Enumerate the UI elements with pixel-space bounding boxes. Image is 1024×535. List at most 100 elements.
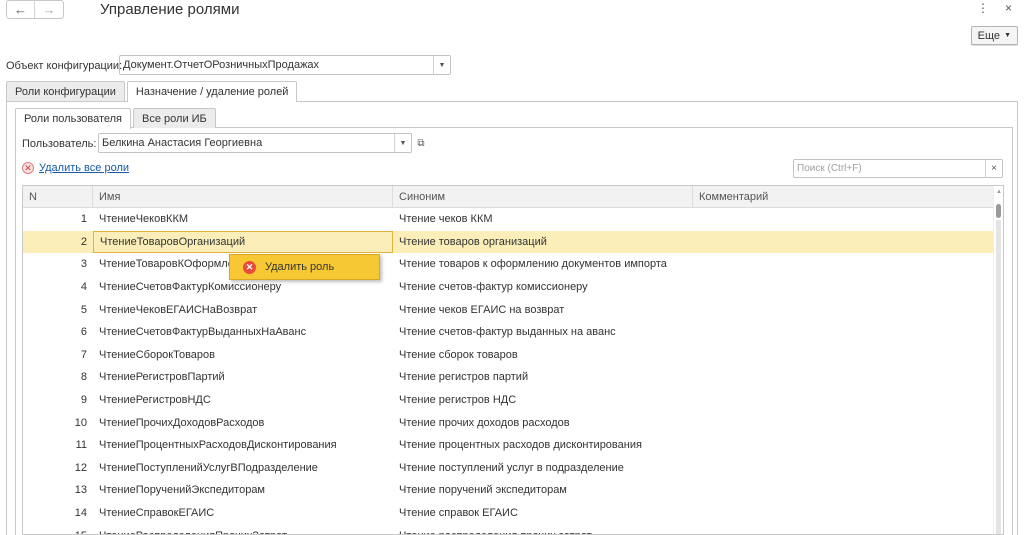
cell-number: 9	[80, 394, 87, 407]
cell-name: ЧтениеПоступленийУслугВПодразделение	[99, 461, 318, 474]
table-row[interactable]: 14 ЧтениеСправокЕГАИС Чтение справок ЕГАИС	[23, 502, 993, 525]
table-row[interactable]: 5 ЧтениеЧековЕГАИСНаВозврат Чтение чеков Е…	[23, 298, 993, 321]
outer-tabs: Роли конфигурации Назначение / удаление …	[6, 81, 299, 102]
cell-name: ЧтениеСправокЕГАИС	[99, 507, 215, 520]
config-object-field[interactable]: Документ.ОтчетОРозничныхПродажах ▼	[119, 55, 451, 75]
table-row[interactable]: 2 ЧтениеТоваровОрганизаций Чтение товаров …	[23, 230, 993, 254]
config-object-value: Документ.ОтчетОРозничныхПродажах	[123, 59, 320, 71]
cell-name: ЧтениеРегистровПартий	[99, 371, 225, 384]
table-row[interactable]: 15ЧтениеРаспределенияПрочихЗатратЧтение …	[23, 524, 993, 534]
forward-arrow-icon[interactable]: →	[35, 1, 63, 18]
scroll-up-icon[interactable]: ▲	[996, 189, 1002, 195]
vertical-scrollbar[interactable]: ▲	[993, 186, 1003, 534]
cell-number: 12	[74, 461, 87, 474]
table-body: 1 ЧтениеЧековККМ Чтение чеков ККМ 2 ЧтениеТо…	[23, 208, 993, 534]
cell-synonym: Чтение сборок товаров	[399, 348, 518, 361]
more-menu-icon[interactable]: ⋮	[977, 1, 989, 15]
cell-number: 11	[75, 439, 87, 452]
cell-synonym: Чтение товаров к оформлению документов и…	[399, 258, 667, 271]
table-row[interactable]: 10 ЧтениеПрочихДоходовРасходов Чтение проч…	[23, 411, 993, 434]
cell-synonym: Чтение счетов-фактур комиссионеру	[399, 281, 588, 294]
table-row[interactable]: 11 ЧтениеПроцентныхРасходовДисконтировани…	[23, 434, 993, 457]
page-title: Управление ролями	[100, 1, 240, 18]
cell-synonym: Чтение чеков ЕГАИС на возврат	[399, 303, 565, 316]
table-row[interactable]: 6 ЧтениеСчетовФактурВыданныхНаАванс Чтение…	[23, 321, 993, 344]
navigation-buttons: ← →	[6, 0, 64, 19]
column-header-n[interactable]: N	[23, 186, 93, 208]
search-input[interactable]: Поиск (Ctrl+F)	[794, 163, 985, 174]
table-row[interactable]: 13 ЧтениеПорученийЭкспедиторам Чтение пору…	[23, 479, 993, 502]
tab-all-ib-roles[interactable]: Все роли ИБ	[133, 108, 216, 128]
user-value: Белкина Анастасия Георгиевна	[102, 137, 263, 149]
cell-synonym: Чтение регистров партий	[399, 371, 529, 384]
delete-all-roles-link[interactable]: Удалить все роли	[39, 162, 129, 174]
table-row[interactable]: 3 ЧтениеТоваровКОформле Чтение товаров к о…	[23, 253, 993, 276]
cell-synonym: Чтение поручений экспедиторам	[399, 484, 567, 497]
cell-number: 2	[80, 235, 87, 248]
cell-number: 7	[80, 348, 87, 361]
tab-config-roles[interactable]: Роли конфигурации	[6, 81, 125, 101]
cell-synonym: Чтение регистров НДС	[399, 394, 517, 407]
cell-number: 14	[74, 507, 87, 520]
table-row[interactable]: 12 ЧтениеПоступленийУслугВПодразделение Чт…	[23, 457, 993, 480]
clear-icon[interactable]: ×	[985, 160, 1002, 177]
scroll-track	[996, 220, 1001, 534]
cell-synonym: Чтение счетов-фактур выданных на аванс	[399, 326, 616, 339]
scroll-thumb[interactable]	[996, 204, 1001, 218]
cell-name: ЧтениеПроцентныхРасходовДисконтирования	[99, 439, 337, 452]
column-header-synonym[interactable]: Синоним	[393, 186, 693, 208]
search-field[interactable]: Поиск (Ctrl+F) ×	[793, 159, 1003, 178]
more-button[interactable]: Еще ▼	[970, 26, 1018, 45]
open-icon[interactable]: ⧉	[413, 133, 429, 153]
cell-synonym: Чтение прочих доходов расходов	[399, 416, 570, 429]
cell-name: ЧтениеСборокТоваров	[99, 348, 216, 361]
back-arrow-icon[interactable]: ←	[7, 1, 36, 18]
cell-name: ЧтениеЧековЕГАИСНаВозврат	[99, 303, 258, 316]
cell-number: 1	[80, 213, 87, 226]
cell-synonym: Чтение распределения прочих затрат	[393, 530, 693, 534]
delete-all-roles-button[interactable]: ✕ Удалить все роли	[22, 162, 129, 174]
cell-name: ЧтениеСчетовФактурВыданныхНаАванс	[99, 326, 307, 339]
cell-number: 8	[80, 371, 87, 384]
more-button-label: Еще	[977, 29, 1001, 42]
cell-number: 5	[80, 303, 87, 316]
cell-name: ЧтениеРегистровНДС	[99, 394, 211, 407]
table-header: N Имя Синоним Комментарий	[23, 186, 993, 208]
user-field[interactable]: Белкина Анастасия Георгиевна ▼	[98, 133, 412, 153]
chevron-down-icon: ▼	[1004, 32, 1011, 39]
table-row[interactable]: 9 ЧтениеРегистровНДС Чтение регистров НДС	[23, 389, 993, 412]
cell-synonym: Чтение чеков ККМ	[399, 213, 493, 226]
cell-number: 6	[80, 326, 87, 339]
roles-table: N Имя Синоним Комментарий 1 ЧтениеЧековКК…	[22, 185, 1004, 535]
table-row[interactable]: 4 ЧтениеСчетовФактурКомиссионеру Чтение сч…	[23, 276, 993, 299]
cell-number: 13	[74, 484, 87, 497]
cell-synonym: Чтение поступлений услуг в подразделение	[399, 461, 624, 474]
cell-name: ЧтениеПорученийЭкспедиторам	[99, 484, 265, 497]
delete-icon: ✕	[22, 162, 34, 174]
config-object-label: Объект конфигурации:	[6, 60, 123, 72]
cell-synonym: Чтение товаров организаций	[399, 235, 547, 248]
cell-number: 3	[80, 258, 87, 271]
tab-user-roles[interactable]: Роли пользователя	[15, 108, 132, 129]
tab-assign-remove-roles[interactable]: Назначение / удаление ролей	[126, 81, 298, 102]
delete-icon: ✕	[243, 260, 256, 274]
table-row[interactable]: 7 ЧтениеСборокТоваров Чтение сборок товаро…	[23, 344, 993, 367]
cell-number: 15	[23, 530, 93, 534]
dropdown-arrow-icon[interactable]: ▼	[394, 134, 411, 152]
inner-tabs: Роли пользователя Все роли ИБ	[15, 108, 218, 129]
context-menu-delete-role[interactable]: Удалить роль	[265, 261, 334, 273]
cell-name: ЧтениеЧековККМ	[99, 213, 189, 226]
user-label: Пользователь:	[22, 138, 97, 150]
close-icon[interactable]: ×	[1005, 1, 1012, 15]
table-row[interactable]: 1 ЧтениеЧековККМ Чтение чеков ККМ	[23, 208, 993, 231]
cell-synonym: Чтение процентных расходов дисконтирован…	[399, 439, 642, 452]
window-controls: ⋮ ×	[977, 1, 1012, 15]
cell-synonym: Чтение справок ЕГАИС	[399, 507, 518, 520]
cell-number: 4	[80, 281, 87, 294]
dropdown-arrow-icon[interactable]: ▼	[433, 56, 450, 74]
column-header-comment[interactable]: Комментарий	[693, 186, 993, 208]
column-header-name[interactable]: Имя	[93, 186, 393, 208]
cell-name: ЧтениеТоваровОрганизаций	[93, 230, 393, 254]
table-row[interactable]: 8 ЧтениеРегистровПартий Чтение регистров п…	[23, 366, 993, 389]
context-menu: ✕ Удалить роль	[229, 254, 380, 280]
